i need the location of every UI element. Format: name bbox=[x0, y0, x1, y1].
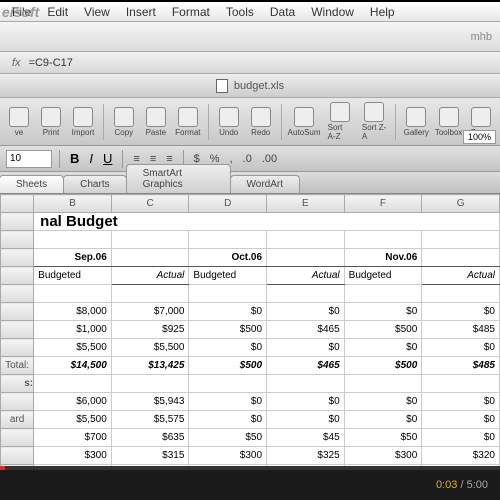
tab-charts[interactable]: Charts bbox=[63, 175, 126, 193]
print-button[interactable]: Print bbox=[36, 105, 66, 139]
autosum-button[interactable]: AutoSum bbox=[286, 105, 321, 139]
paste-button[interactable]: Paste bbox=[141, 105, 171, 139]
ribbon-tabs: Sheets Charts SmartArt Graphics WordArt bbox=[0, 172, 500, 194]
underline-button[interactable]: U bbox=[100, 151, 115, 166]
menu-insert[interactable]: Insert bbox=[118, 5, 164, 19]
income-row: $8,000$7,000$0$0$0$0 bbox=[1, 303, 500, 321]
income-total-row: Total:$14,500$13,425$500$465$500$485 bbox=[1, 357, 500, 375]
fx-icon[interactable]: fx bbox=[12, 57, 21, 69]
align-left-icon[interactable]: ≡ bbox=[130, 153, 142, 165]
video-controls: 0:03 / 5:00 bbox=[0, 470, 500, 500]
document-icon bbox=[216, 79, 228, 93]
zoom-value[interactable]: 100% bbox=[463, 130, 496, 144]
month-header: Sep.06 bbox=[34, 249, 112, 267]
menu-window[interactable]: Window bbox=[303, 5, 362, 19]
menubar: File Edit View Insert Format Tools Data … bbox=[0, 2, 500, 22]
month-header: Nov.06 bbox=[344, 249, 422, 267]
formula-input[interactable]: =C9-C17 bbox=[29, 57, 73, 69]
col-b[interactable]: B bbox=[34, 195, 112, 213]
dec-left-button[interactable]: .0 bbox=[240, 153, 255, 165]
row-header[interactable] bbox=[1, 195, 34, 213]
sheet-title: nal Budget bbox=[34, 213, 500, 231]
actual-label: Actual bbox=[422, 267, 500, 285]
expense-row: $6,000$5,943$0$0$0$0 bbox=[1, 393, 500, 411]
watermark: eisoft bbox=[2, 4, 39, 20]
income-row: $1,000$925$500$465$500$485 bbox=[1, 321, 500, 339]
budgeted-label: Budgeted bbox=[34, 267, 112, 285]
video-time: 0:03 / 5:00 bbox=[436, 479, 488, 491]
format-button[interactable]: Format bbox=[173, 105, 203, 139]
document-name: budget.xls bbox=[234, 80, 284, 92]
menu-edit[interactable]: Edit bbox=[39, 5, 76, 19]
copy-button[interactable]: Copy bbox=[109, 105, 139, 139]
menu-format[interactable]: Format bbox=[164, 5, 218, 19]
menu-help[interactable]: Help bbox=[362, 5, 403, 19]
actual-label: Actual bbox=[111, 267, 189, 285]
percent-button[interactable]: % bbox=[207, 153, 223, 165]
tab-smartart[interactable]: SmartArt Graphics bbox=[126, 164, 231, 193]
sort-az-button[interactable]: Sort A-Z bbox=[324, 100, 356, 143]
undo-button[interactable]: Undo bbox=[214, 105, 244, 139]
spreadsheet-grid[interactable]: B C D E F G nal Budget Sep.06 Oct.06 Nov… bbox=[0, 194, 500, 470]
menu-view[interactable]: View bbox=[76, 5, 118, 19]
expense-row: ard$5,500$5,575$0$0$0$0 bbox=[1, 411, 500, 429]
actual-label: Actual bbox=[267, 267, 345, 285]
align-right-icon[interactable]: ≡ bbox=[163, 153, 175, 165]
save-button[interactable]: ve bbox=[4, 105, 34, 139]
expense-row: $300$315$300$325$300$320 bbox=[1, 447, 500, 465]
dec-right-button[interactable]: .00 bbox=[259, 153, 280, 165]
toolbar-format: B I U ≡ ≡ ≡ $ % , .0 .00 bbox=[0, 146, 500, 172]
redo-button[interactable]: Redo bbox=[246, 105, 276, 139]
income-row: $5,500$5,500$0$0$0$0 bbox=[1, 339, 500, 357]
col-g[interactable]: G bbox=[422, 195, 500, 213]
col-e[interactable]: E bbox=[267, 195, 345, 213]
col-d[interactable]: D bbox=[189, 195, 267, 213]
comma-button[interactable]: , bbox=[227, 153, 236, 165]
budgeted-label: Budgeted bbox=[189, 267, 267, 285]
sort-za-button[interactable]: Sort Z-A bbox=[358, 100, 391, 143]
menu-data[interactable]: Data bbox=[262, 5, 303, 19]
tab-sheets[interactable]: Sheets bbox=[0, 175, 64, 193]
toolbox-button[interactable]: Toolbox bbox=[433, 105, 464, 139]
formula-bar[interactable]: fx =C9-C17 bbox=[0, 52, 500, 74]
col-c[interactable]: C bbox=[111, 195, 189, 213]
budgeted-label: Budgeted bbox=[344, 267, 422, 285]
bold-button[interactable]: B bbox=[67, 151, 82, 166]
document-bar: budget.xls bbox=[0, 74, 500, 98]
toolbar-main: ve Print Import Copy Paste Format Undo R… bbox=[0, 98, 500, 146]
titlebar-right: mhb bbox=[471, 31, 492, 43]
align-center-icon[interactable]: ≡ bbox=[147, 153, 159, 165]
tab-wordart[interactable]: WordArt bbox=[230, 175, 301, 193]
font-size-input[interactable] bbox=[6, 150, 52, 168]
month-header: Oct.06 bbox=[189, 249, 267, 267]
col-f[interactable]: F bbox=[344, 195, 422, 213]
titlebar: mhb bbox=[0, 22, 500, 52]
import-button[interactable]: Import bbox=[68, 105, 98, 139]
expense-row: $700$635$50$45$50$0 bbox=[1, 429, 500, 447]
currency-button[interactable]: $ bbox=[191, 153, 203, 165]
italic-button[interactable]: I bbox=[86, 151, 96, 166]
gallery-button[interactable]: Gallery bbox=[401, 105, 431, 139]
menu-tools[interactable]: Tools bbox=[218, 5, 262, 19]
